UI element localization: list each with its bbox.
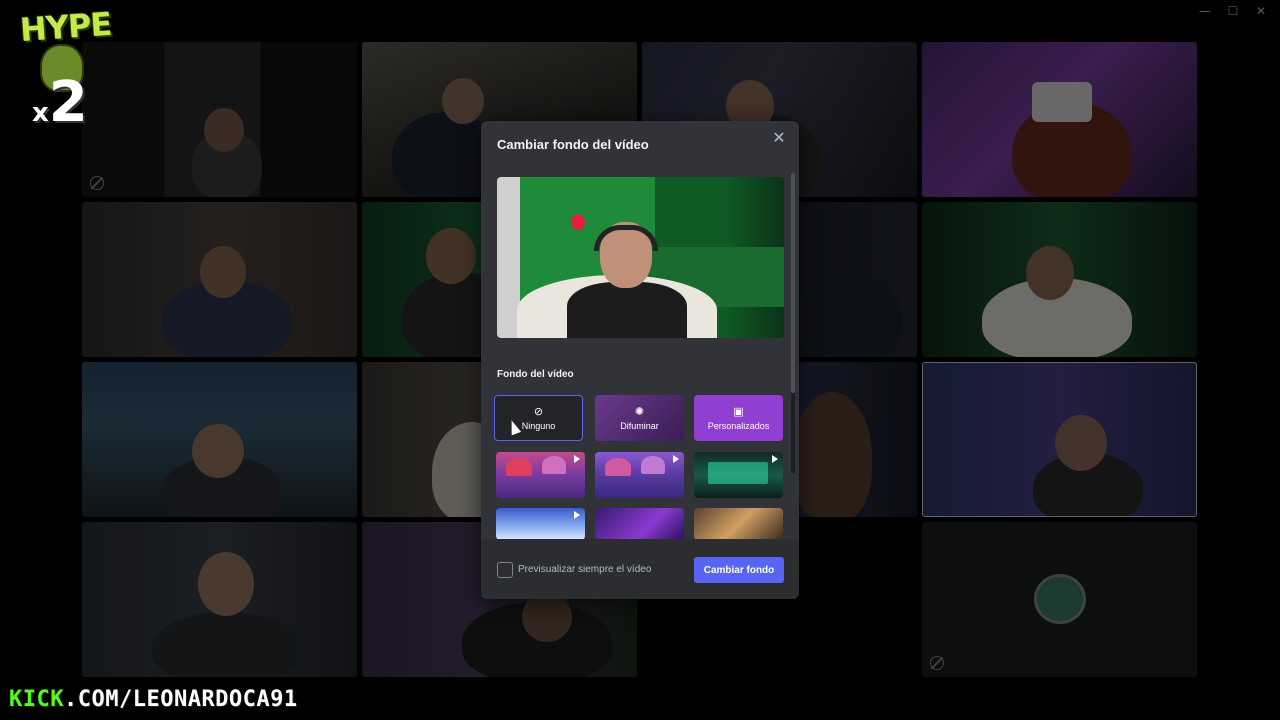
- option-label: Personalizados: [707, 420, 770, 431]
- background-thumbnail[interactable]: [694, 508, 783, 540]
- dialog-scrollbar[interactable]: [791, 173, 795, 473]
- hype-multiplier: x2: [32, 70, 88, 135]
- dialog-title: Cambiar fondo del vídeo: [497, 137, 649, 152]
- custom-image-icon: ▣: [733, 404, 744, 418]
- hype-text: HYPE: [18, 4, 113, 50]
- option-label: Difuminar: [620, 420, 659, 431]
- option-none[interactable]: ⊘ Ninguno: [494, 395, 583, 441]
- blur-icon: ✺: [634, 404, 645, 418]
- always-preview-label: Previsualizar siempre el vídeo: [518, 564, 652, 575]
- camera-preview: [497, 177, 784, 338]
- animated-play-icon: [772, 455, 778, 463]
- background-thumbnail[interactable]: [496, 508, 585, 540]
- background-thumbnail[interactable]: [595, 508, 684, 540]
- background-thumbnail[interactable]: [694, 452, 783, 498]
- background-thumbnail[interactable]: [496, 452, 585, 498]
- option-label: Ninguno: [521, 420, 556, 431]
- background-thumbnail[interactable]: [595, 452, 684, 498]
- animated-play-icon: [574, 511, 580, 519]
- animated-play-icon: [574, 455, 580, 463]
- change-background-button[interactable]: Cambiar fondo: [694, 557, 784, 583]
- section-label: Fondo del vídeo: [497, 369, 574, 380]
- hype-logo: HYPE x2: [18, 4, 118, 135]
- no-background-icon: ⊘: [533, 404, 544, 418]
- option-custom[interactable]: ▣ Personalizados: [694, 395, 783, 441]
- close-icon[interactable]: ✕: [771, 131, 787, 147]
- always-preview-checkbox[interactable]: [497, 562, 513, 578]
- animated-play-icon: [673, 455, 679, 463]
- kick-channel-banner: KICK.COM/LEONARDOCA91: [9, 687, 298, 712]
- option-blur[interactable]: ✺ Difuminar: [595, 395, 684, 441]
- change-background-dialog: Cambiar fondo del vídeo ✕ Fondo del víde…: [481, 121, 799, 599]
